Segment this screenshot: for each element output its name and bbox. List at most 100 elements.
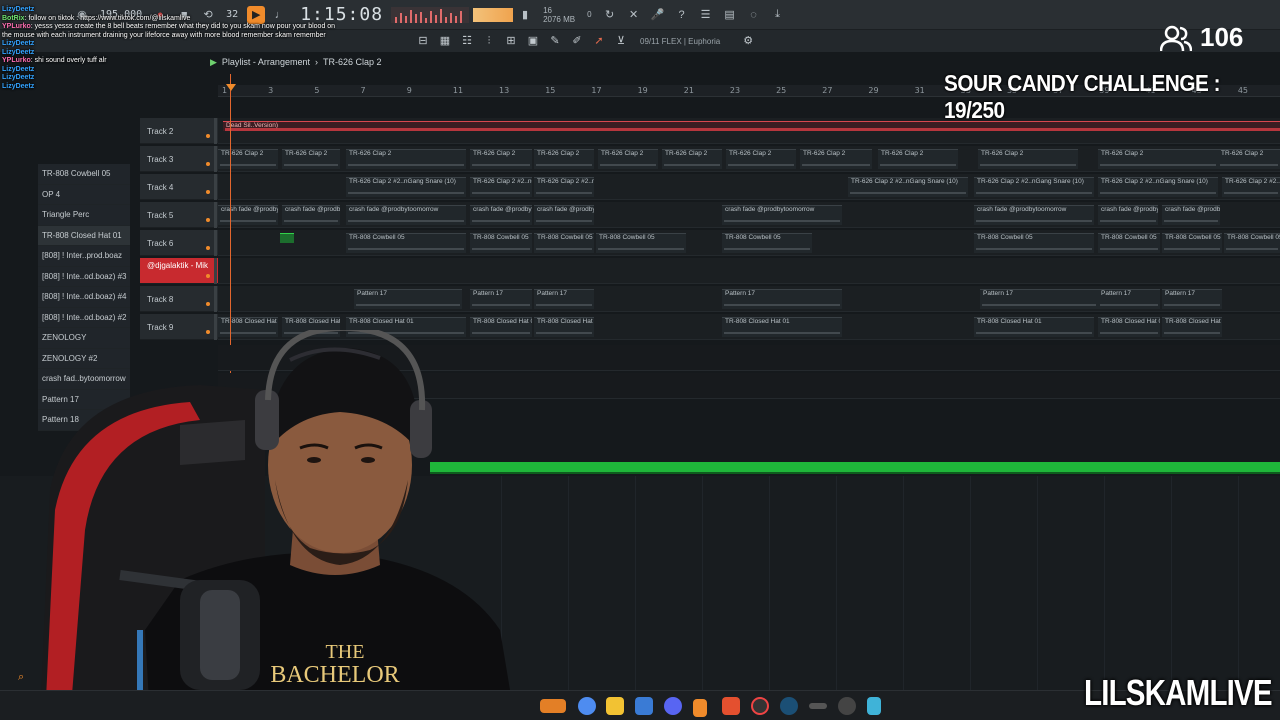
taskbar-4k-icon[interactable] bbox=[838, 697, 856, 715]
track-lane[interactable]: crash fade @prodbytoomorrow crash fade @p… bbox=[218, 202, 1280, 228]
pattern-clip[interactable]: crash fade @prodbytoomorrow bbox=[470, 205, 532, 225]
pattern-clip[interactable]: TR-808 Closed Hat 01 bbox=[722, 317, 842, 337]
chat-username[interactable]: LizyDeetz bbox=[2, 74, 34, 81]
pattern-clip[interactable]: Pattern 17 bbox=[980, 289, 1098, 309]
taskbar-discord-icon[interactable] bbox=[664, 697, 682, 715]
chat-username[interactable]: YPLurko bbox=[2, 57, 31, 64]
pattern-clip[interactable]: TR-808 Closed Hat 01 bbox=[534, 317, 594, 337]
chat-username[interactable]: LizyDeetz bbox=[2, 66, 34, 73]
pattern-clip[interactable]: Pattern 17 bbox=[470, 289, 532, 309]
pattern-clip[interactable]: Pattern 17 bbox=[1162, 289, 1222, 309]
pattern-clip[interactable]: TR-808 Cowbell 05 bbox=[346, 233, 466, 253]
settings-icon[interactable]: ⚙ bbox=[740, 33, 756, 49]
track-header[interactable]: Track 5 bbox=[140, 202, 218, 228]
close-x-icon[interactable]: ✕ bbox=[625, 6, 643, 24]
track-header[interactable]: @djgalaktik - Mik bbox=[140, 258, 218, 284]
pattern-clip[interactable]: TR-626 Clap 2 #2..nGang Snare (10) bbox=[1222, 177, 1280, 197]
pattern-clip[interactable]: TR-626 Clap 2 bbox=[470, 149, 532, 169]
help-icon[interactable]: ? bbox=[673, 6, 691, 24]
taskbar-folder-icon[interactable] bbox=[606, 697, 624, 715]
pattern-clip[interactable]: TR-626 Clap 2 bbox=[598, 149, 658, 169]
channel-item[interactable]: [808] ! Inte..od.boaz) #4 bbox=[38, 287, 130, 308]
channel-item[interactable]: [808] ! Inte..od.boaz) #2 bbox=[38, 307, 130, 328]
chat-username[interactable]: BotRix bbox=[2, 15, 25, 22]
piano-roll-icon[interactable]: ⊞ bbox=[503, 33, 519, 49]
track-header[interactable]: Track 4 bbox=[140, 174, 218, 200]
pattern-clip[interactable]: TR-808 Cowbell 05 bbox=[1224, 233, 1280, 253]
taskbar-fl-studio-icon[interactable] bbox=[693, 699, 707, 717]
channel-rack-icon[interactable]: ☷ bbox=[459, 33, 475, 49]
taskbar-brave-icon[interactable] bbox=[722, 697, 740, 715]
microphone-icon[interactable]: 🎤 bbox=[649, 6, 667, 24]
track-lane[interactable]: TR-626 Clap 2 #2..nGang Snare (10) TR-626… bbox=[218, 174, 1280, 200]
channel-item[interactable]: OP 4 bbox=[38, 184, 130, 205]
pattern-clip[interactable]: TR-808 Closed Hat 01 bbox=[1162, 317, 1222, 337]
channel-item[interactable]: TR-808 Closed Hat 01 bbox=[38, 225, 130, 246]
refresh-icon[interactable]: ↻ bbox=[601, 6, 619, 24]
track-mute-led[interactable] bbox=[206, 218, 210, 222]
track-header[interactable]: Track 3 bbox=[140, 146, 218, 172]
pattern-clip[interactable]: TR-626 Clap 2 bbox=[662, 149, 722, 169]
track-mute-led[interactable] bbox=[206, 162, 210, 166]
automation-clip-bar[interactable] bbox=[430, 462, 1280, 472]
cart-icon[interactable]: ⊻ bbox=[613, 33, 629, 49]
mixer-faders-icon[interactable]: ⫶ bbox=[481, 33, 497, 49]
pattern-clip[interactable]: TR-626 Clap 2 bbox=[1218, 149, 1280, 169]
chat-username[interactable]: LizyDeetz bbox=[2, 49, 34, 56]
pattern-clip[interactable]: TR-808 Cowbell 05 bbox=[722, 233, 812, 253]
track-lane[interactable]: TR-808 Cowbell 05 TR-808 Cowbell 05 TR-808… bbox=[218, 230, 1280, 256]
taskbar-steam-icon[interactable] bbox=[780, 697, 798, 715]
pattern-clip[interactable]: TR-808 Cowbell 05 bbox=[974, 233, 1094, 253]
chat-username[interactable]: LizyDeetz bbox=[2, 40, 34, 47]
pattern-clip[interactable]: crash fade @prodbytoomorrow bbox=[1162, 205, 1220, 225]
clipboard-icon[interactable]: ▣ bbox=[525, 33, 541, 49]
plugin-icon[interactable]: ▤ bbox=[721, 6, 739, 24]
pattern-clip[interactable]: TR-626 Clap 2 #2..nGang Snare (10) bbox=[974, 177, 1094, 197]
pattern-clip[interactable]: crash fade @prodbytoomorrow bbox=[534, 205, 594, 225]
track-mute-led[interactable] bbox=[206, 274, 210, 278]
pattern-clip[interactable]: crash fade @prodbytoomorrow bbox=[722, 205, 842, 225]
taskbar-record-icon[interactable] bbox=[751, 697, 769, 715]
pattern-clip[interactable]: TR-626 Clap 2 bbox=[282, 149, 340, 169]
mixer-icon[interactable]: ☰ bbox=[697, 6, 715, 24]
pattern-clip[interactable]: crash fade @prodbytoomorrow bbox=[1098, 205, 1158, 225]
track-mute-led[interactable] bbox=[206, 134, 210, 138]
pattern-clip[interactable]: Pattern 17 bbox=[354, 289, 462, 309]
pattern-clip[interactable]: crash fade @prodbytoomorrow bbox=[282, 205, 340, 225]
pattern-clip[interactable]: TR-626 Clap 2 bbox=[726, 149, 796, 169]
pattern-clip[interactable]: Pattern 17 bbox=[534, 289, 594, 309]
pattern-clip[interactable]: TR-626 Clap 2 #2..nGang Snare (10) bbox=[848, 177, 968, 197]
track-lane[interactable]: Pattern 17 Pattern 17 Pattern 17 Pattern 17… bbox=[218, 286, 1280, 312]
track-header[interactable]: Track 2 bbox=[140, 118, 218, 144]
pattern-clip[interactable]: TR-808 Cowbell 05 bbox=[534, 233, 594, 253]
pen-icon[interactable]: ✐ bbox=[569, 33, 585, 49]
pattern-clip[interactable]: crash fade @prodbytoomorrow bbox=[346, 205, 466, 225]
edit-icon[interactable]: ▮ bbox=[516, 6, 534, 24]
download-icon[interactable]: ⤓ bbox=[769, 6, 787, 24]
pattern-clip[interactable]: Pattern 17 bbox=[722, 289, 842, 309]
pattern-clip[interactable]: TR-626 Clap 2 #2..nGang Snare (10) bbox=[346, 177, 466, 197]
master-volume-meter[interactable] bbox=[473, 7, 514, 22]
taskbar-store-icon[interactable] bbox=[635, 697, 653, 715]
channel-item[interactable]: [808] ! Inter..prod.boaz bbox=[38, 246, 130, 267]
track-lane[interactable]: TR-626 Clap 2 TR-626 Clap 2 TR-626 Clap 2 T… bbox=[218, 146, 1280, 172]
pattern-clip[interactable]: TR-808 Cowbell 05 bbox=[1162, 233, 1222, 253]
pattern-clip[interactable]: TR-626 Clap 2 bbox=[346, 149, 466, 169]
track-mute-led[interactable] bbox=[206, 302, 210, 306]
pattern-clip[interactable]: TR-626 Clap 2 #2..nGang Snare (10) bbox=[470, 177, 532, 197]
pattern-clip[interactable]: TR-808 Cowbell 05 bbox=[1098, 233, 1160, 253]
taskbar-copilot-icon[interactable] bbox=[578, 697, 596, 715]
pattern-clip[interactable]: TR-626 Clap 2 bbox=[1098, 149, 1218, 169]
pattern-clip[interactable]: TR-626 Clap 2 #2..nGang Snare (10) bbox=[534, 177, 594, 197]
channel-item[interactable]: [808] ! Inte..od.boaz) #3 bbox=[38, 266, 130, 287]
track-header[interactable]: Track 8 bbox=[140, 286, 218, 312]
chat-username[interactable]: YPLurko bbox=[2, 23, 31, 30]
pattern-clip[interactable]: TR-808 Closed Hat 01 bbox=[1098, 317, 1160, 337]
arrange-icon[interactable]: ⊟ bbox=[415, 33, 431, 49]
taskbar-app2-icon[interactable] bbox=[809, 703, 827, 709]
track-mute-led[interactable] bbox=[206, 246, 210, 250]
pattern-clip[interactable]: crash fade @prodbytoomorrow bbox=[218, 205, 278, 225]
track-mute-led[interactable] bbox=[206, 190, 210, 194]
pattern-clip[interactable]: TR-626 Clap 2 bbox=[978, 149, 1078, 169]
pattern-clip[interactable]: Pattern 17 bbox=[1098, 289, 1160, 309]
